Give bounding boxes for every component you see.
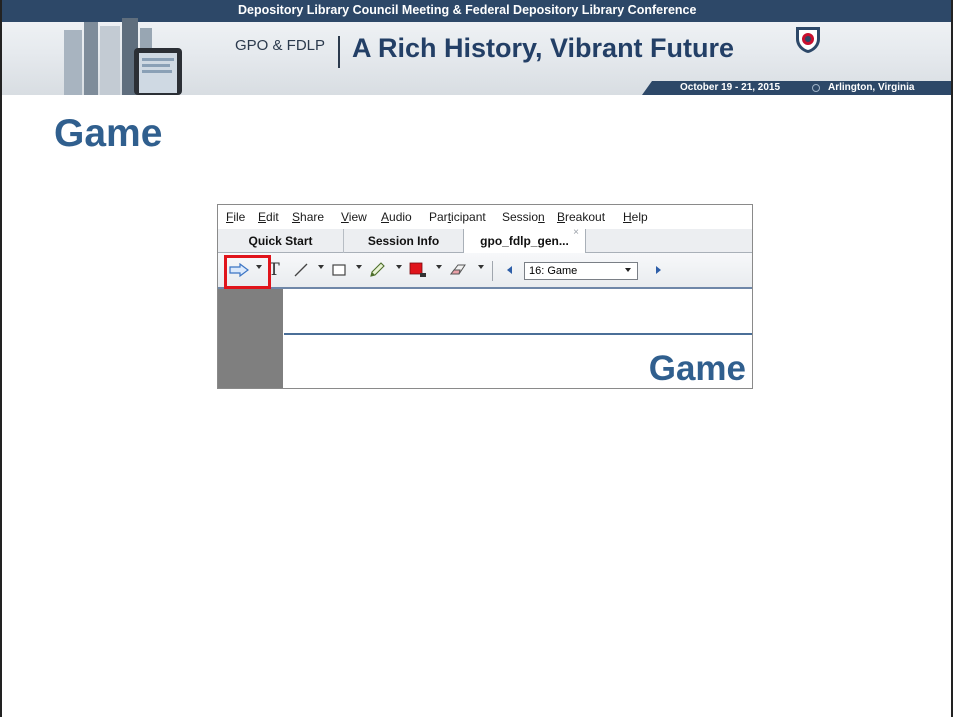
menu-breakout[interactable]: Breakout — [557, 210, 605, 224]
highlight-box — [224, 255, 271, 289]
whiteboard-toolbar: T 16: Game — [218, 253, 752, 289]
menu-file[interactable]: File — [226, 210, 245, 224]
tab-label: Quick Start — [248, 234, 313, 248]
rectangle-tool[interactable] — [328, 260, 350, 280]
menu-edit[interactable]: Edit — [258, 210, 279, 224]
color-picker-tool[interactable] — [406, 260, 430, 280]
rectangle-icon — [332, 264, 346, 276]
banner-org: GPO & FDLP — [235, 37, 326, 54]
line-tool[interactable] — [290, 260, 312, 280]
presentation-canvas: Game — [218, 289, 752, 388]
tab-label: gpo_fdlp_gen... — [480, 234, 569, 248]
color-dropdown-icon[interactable] — [436, 265, 442, 269]
tab-label: Session Info — [367, 234, 440, 248]
slide-rule-line — [284, 333, 752, 335]
color-swatch-icon — [409, 262, 426, 277]
menu-participant[interactable]: Participant — [429, 210, 486, 224]
tab-presentation[interactable]: gpo_fdlp_gen... × — [463, 227, 586, 254]
chevron-down-icon — [625, 268, 631, 272]
banner-location: Arlington, Virginia — [828, 82, 915, 93]
triangle-left-icon — [507, 266, 512, 274]
eraser-tool[interactable] — [446, 260, 470, 280]
banner-divider — [338, 36, 340, 68]
line-icon — [294, 263, 308, 277]
menu-help[interactable]: Help — [623, 210, 648, 224]
bullet-icon — [812, 84, 820, 92]
line-dropdown-icon[interactable] — [318, 265, 324, 269]
slide-selector-value: 16: Game — [529, 265, 578, 277]
pencil-dropdown-icon[interactable] — [396, 265, 402, 269]
tab-session-info[interactable]: Session Info — [344, 229, 464, 253]
menu-session[interactable]: Session — [502, 210, 545, 224]
banner-dates: October 19 - 21, 2015 — [680, 82, 781, 93]
tab-bar: Quick Start Session Info gpo_fdlp_gen...… — [218, 227, 752, 254]
menu-share[interactable]: Share — [292, 210, 324, 224]
gpo-seal-icon — [796, 27, 820, 53]
close-icon[interactable]: × — [573, 227, 579, 238]
pencil-tool[interactable] — [366, 260, 388, 280]
eraser-icon — [449, 264, 466, 275]
pencil-icon — [370, 262, 385, 277]
books-tablet-image — [64, 18, 182, 95]
rectangle-dropdown-icon[interactable] — [356, 265, 362, 269]
menu-bar: File Edit Share View Audio Participant S… — [218, 205, 752, 229]
previous-slide-button[interactable] — [502, 260, 516, 280]
canvas-slide-title: Game — [648, 349, 746, 388]
menu-view[interactable]: View — [341, 210, 367, 224]
menu-audio[interactable]: Audio — [381, 210, 412, 224]
thumbnail-strip — [218, 289, 283, 388]
app-screenshot: File Edit Share View Audio Participant S… — [217, 204, 753, 389]
slide-title: Game — [54, 112, 163, 155]
slide: Depository Library Council Meeting & Fed… — [0, 0, 953, 717]
eraser-dropdown-icon[interactable] — [478, 265, 484, 269]
conference-banner: Depository Library Council Meeting & Fed… — [2, 0, 951, 95]
toolbar-separator — [492, 261, 493, 281]
conference-name: Depository Library Council Meeting & Fed… — [238, 3, 697, 17]
tab-quick-start[interactable]: Quick Start — [218, 229, 344, 253]
banner-tagline: A Rich History, Vibrant Future — [352, 33, 735, 63]
triangle-right-icon — [656, 266, 661, 274]
slide-selector[interactable]: 16: Game — [524, 262, 638, 280]
next-slide-button[interactable] — [652, 260, 666, 280]
